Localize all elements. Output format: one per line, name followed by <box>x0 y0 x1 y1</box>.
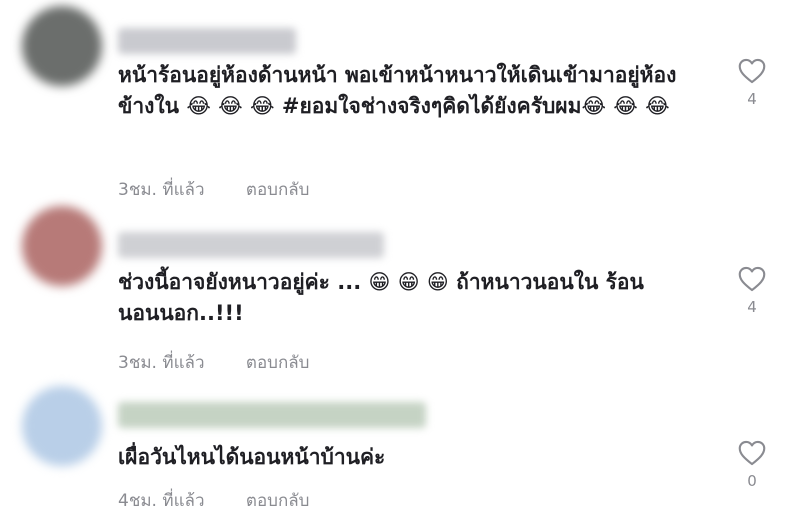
heart-outline-icon[interactable] <box>738 440 766 466</box>
like-count: 4 <box>747 298 757 316</box>
comment-timestamp: 3ชม. ที่แล้ว <box>118 353 205 373</box>
like-button[interactable]: 4 <box>736 266 768 316</box>
username-blurred[interactable] <box>118 232 384 258</box>
reply-button[interactable]: ตอบกลับ <box>246 353 310 373</box>
comment-text-body: ช่วงนี้อาจยังหนาวอยู่ค่ะ ... 😁 😁 😁 ถ้าหน… <box>118 270 644 325</box>
username-blurred[interactable] <box>118 28 296 54</box>
heart-outline-icon[interactable] <box>738 58 766 84</box>
avatar[interactable] <box>22 386 102 466</box>
comment-meta: 4ชม. ที่แล้ว ตอบกลับ <box>118 487 345 514</box>
comment-text-body: เผื่อวันไหนได้นอนหน้าบ้านค่ะ <box>118 445 386 469</box>
avatar[interactable] <box>22 6 102 86</box>
like-count: 4 <box>747 90 757 108</box>
comment-text-body: หน้าร้อนอยู่ห้องด้านหน้า พอเข้าหน้าหนาวใ… <box>118 63 677 118</box>
comment-meta: 3ชม. ที่แล้ว ตอบกลับ <box>118 349 345 376</box>
comment-meta: 3ชม. ที่แล้ว ตอบกลับ <box>118 176 345 203</box>
like-count: 0 <box>747 472 757 490</box>
comment-text: หน้าร้อนอยู่ห้องด้านหน้า พอเข้าหน้าหนาวใ… <box>118 60 698 122</box>
comment-timestamp: 4ชม. ที่แล้ว <box>118 491 205 511</box>
reply-button[interactable]: ตอบกลับ <box>246 491 310 511</box>
avatar[interactable] <box>22 206 102 286</box>
like-button[interactable]: 0 <box>736 440 768 490</box>
comment-timestamp: 3ชม. ที่แล้ว <box>118 180 205 200</box>
comment-text: เผื่อวันไหนได้นอนหน้าบ้านค่ะ <box>118 442 698 473</box>
heart-outline-icon[interactable] <box>738 266 766 292</box>
username-blurred[interactable] <box>118 402 426 428</box>
comment-text: ช่วงนี้อาจยังหนาวอยู่ค่ะ ... 😁 😁 😁 ถ้าหน… <box>118 267 678 329</box>
reply-button[interactable]: ตอบกลับ <box>246 180 310 200</box>
like-button[interactable]: 4 <box>736 58 768 108</box>
